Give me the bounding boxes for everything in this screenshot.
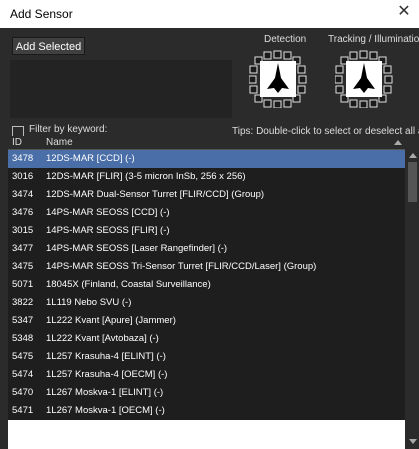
window-title: Add Sensor	[10, 7, 73, 21]
row-name: 14PS-MAR SEOSS [FLIR] (-)	[46, 225, 170, 236]
row-name: 12DS-MAR [FLIR] (3-5 micron InSb, 256 x …	[46, 171, 246, 182]
row-id: 3822	[12, 297, 34, 308]
row-id: 3016	[12, 171, 34, 182]
sort-ascending-icon[interactable]	[394, 140, 402, 145]
row-name: 18045X (Finland, Coastal Surveillance)	[46, 279, 211, 290]
row-id: 3477	[12, 243, 34, 254]
row-name: 1L222 Kvant [Apure] (Jammer)	[46, 315, 176, 326]
row-id: 3476	[12, 207, 34, 218]
row-id: 5475	[12, 351, 34, 362]
sensor-table: ID Name 3478 12DS-MAR [CCD] (-) 3016 12DS-M…	[8, 136, 405, 449]
table-row[interactable]: 3822 1L119 Nebo SVU (-)	[8, 294, 405, 312]
row-id: 3475	[12, 261, 34, 272]
table-row[interactable]: 3478 12DS-MAR [CCD] (-)	[8, 150, 405, 168]
tracking-label: Tracking / Illuminatio	[328, 34, 419, 45]
add-selected-button[interactable]: Add Selected	[12, 37, 85, 55]
table-row[interactable]: 3475 14PS-MAR SEOSS Tri-Sensor Turret [FL…	[8, 258, 405, 276]
row-id: 3015	[12, 225, 34, 236]
row-id: 3478	[12, 153, 34, 164]
table-row[interactable]: 5470 1L267 Moskva-1 [ELINT] (-)	[8, 384, 405, 402]
selected-sensors-area	[10, 60, 232, 118]
table-row[interactable]: 5347 1L222 Kvant [Apure] (Jammer)	[8, 312, 405, 330]
table-row[interactable]: 5471 1L267 Moskva-1 [OECM] (-)	[8, 402, 405, 420]
scroll-thumb[interactable]	[408, 162, 417, 202]
row-name: 14PS-MAR SEOSS [CCD] (-)	[46, 207, 170, 218]
table-row[interactable]: 3474 12DS-MAR Dual-Sensor Turret [FLIR/CC…	[8, 186, 405, 204]
row-id: 5471	[12, 405, 34, 416]
row-name: 12DS-MAR [CCD] (-)	[46, 153, 135, 164]
row-id: 5347	[12, 315, 34, 326]
row-name: 1L257 Krasuha-4 [OECM] (-)	[46, 369, 168, 380]
row-id: 5071	[12, 279, 34, 290]
table-row[interactable]: 3015 14PS-MAR SEOSS [FLIR] (-)	[8, 222, 405, 240]
row-name: 14PS-MAR SEOSS [Laser Rangefinder] (-)	[46, 243, 228, 254]
row-id: 5474	[12, 369, 34, 380]
row-id: 3474	[12, 189, 34, 200]
tracking-arc-selector[interactable]	[335, 50, 393, 108]
table-row[interactable]: 3477 14PS-MAR SEOSS [Laser Rangefinder] (…	[8, 240, 405, 258]
scroll-down-icon[interactable]	[409, 439, 417, 444]
sensor-list: 3478 12DS-MAR [CCD] (-) 3016 12DS-MAR [FLIR…	[8, 150, 405, 420]
row-name: 1L222 Kvant [Avtobaza] (-)	[46, 333, 159, 344]
detection-arc-selector[interactable]	[249, 50, 307, 108]
row-id: 5470	[12, 387, 34, 398]
table-row[interactable]: 5474 1L257 Krasuha-4 [OECM] (-)	[8, 366, 405, 384]
table-row[interactable]: 5475 1L257 Krasuha-4 [ELINT] (-)	[8, 348, 405, 366]
row-name: 1L267 Moskva-1 [OECM] (-)	[46, 405, 165, 416]
table-header: ID Name	[8, 136, 405, 150]
row-name: 1L119 Nebo SVU (-)	[46, 297, 132, 308]
table-row[interactable]: 3016 12DS-MAR [FLIR] (3-5 micron InSb, 25…	[8, 168, 405, 186]
column-header-name[interactable]: Name	[46, 137, 73, 148]
row-id: 5348	[12, 333, 34, 344]
scroll-up-icon[interactable]	[409, 153, 417, 158]
row-name: 1L267 Moskva-1 [ELINT] (-)	[46, 387, 164, 398]
column-header-id[interactable]: ID	[12, 137, 22, 148]
table-row[interactable]: 5348 1L222 Kvant [Avtobaza] (-)	[8, 330, 405, 348]
table-row[interactable]: 3476 14PS-MAR SEOSS [CCD] (-)	[8, 204, 405, 222]
detection-label: Detection	[264, 34, 307, 45]
vertical-scrollbar[interactable]	[406, 136, 419, 449]
row-name: 1L257 Krasuha-4 [ELINT] (-)	[46, 351, 166, 362]
close-icon[interactable]: ✕	[395, 4, 413, 20]
table-row[interactable]: 5071 18045X (Finland, Coastal Surveillanc…	[8, 276, 405, 294]
filter-label: Filter by keyword:	[29, 124, 108, 135]
row-name: 14PS-MAR SEOSS Tri-Sensor Turret [FLIR/C…	[46, 261, 317, 272]
title-bar: Add Sensor ✕	[0, 0, 419, 28]
row-name: 12DS-MAR Dual-Sensor Turret [FLIR/CCD] (…	[46, 189, 265, 200]
